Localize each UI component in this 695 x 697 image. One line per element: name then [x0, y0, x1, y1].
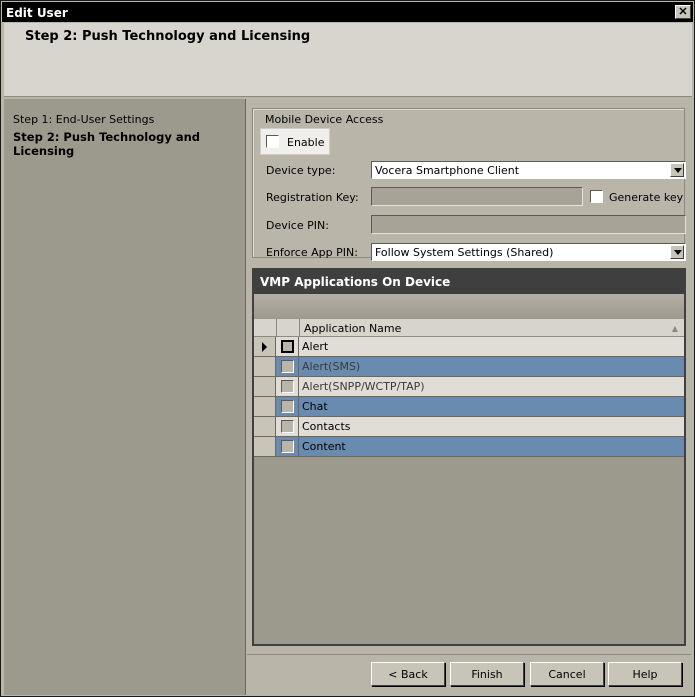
close-button[interactable]: ✕: [675, 5, 691, 19]
enforce-app-pin-label: Enforce App PIN:: [266, 246, 358, 259]
row-checkbox[interactable]: [281, 340, 294, 353]
row-header[interactable]: [254, 397, 276, 416]
row-checkbox-cell[interactable]: [277, 337, 299, 356]
checkbox-column-header[interactable]: [277, 319, 300, 337]
grid-group-band: [254, 294, 684, 318]
registration-key-input[interactable]: [371, 187, 583, 206]
table-row[interactable]: Alert: [254, 337, 684, 357]
row-checkbox[interactable]: [281, 420, 294, 433]
enable-checkbox[interactable]: [266, 135, 279, 148]
device-type-value: Vocera Smartphone Client: [375, 164, 520, 177]
registration-key-label: Registration Key:: [266, 191, 359, 204]
device-type-select[interactable]: Vocera Smartphone Client: [371, 161, 686, 179]
row-checkbox-cell[interactable]: [277, 377, 299, 396]
device-pin-label: Device PIN:: [266, 219, 329, 232]
row-header-column: [254, 319, 277, 337]
title-bar[interactable]: Edit User ✕: [2, 2, 693, 22]
row-checkbox-cell[interactable]: [277, 417, 299, 436]
row-header[interactable]: [254, 437, 276, 456]
row-checkbox-cell[interactable]: [277, 357, 299, 376]
row-checkbox[interactable]: [281, 380, 294, 393]
grid-title: VMP Applications On Device: [254, 270, 684, 294]
grid-column-header: Application Name ▲: [254, 319, 684, 337]
table-row[interactable]: Contacts: [254, 417, 684, 437]
finish-button[interactable]: Finish: [450, 662, 524, 686]
table-row[interactable]: Content: [254, 437, 684, 457]
wizard-header: Step 2: Push Technology and Licensing: [4, 23, 692, 97]
chevron-down-icon[interactable]: [670, 163, 684, 177]
row-checkbox[interactable]: [281, 360, 294, 373]
enable-highlight[interactable]: Enable: [260, 128, 330, 155]
application-name: Alert(SMS): [302, 360, 361, 373]
help-button[interactable]: Help: [608, 662, 682, 686]
step-item-end-user-settings[interactable]: Step 1: End-User Settings: [13, 113, 154, 126]
row-header[interactable]: [254, 357, 276, 376]
device-pin-input[interactable]: [371, 215, 686, 234]
application-name: Alert: [302, 340, 329, 353]
step-item-push-technology[interactable]: Step 2: Push Technology and Licensing: [13, 130, 245, 158]
current-row-pointer-icon: [262, 342, 267, 352]
table-row[interactable]: Chat: [254, 397, 684, 417]
application-name-column-header[interactable]: Application Name: [304, 322, 401, 335]
row-checkbox-cell[interactable]: [277, 397, 299, 416]
application-name: Chat: [302, 400, 328, 413]
window-title: Edit User: [6, 6, 68, 20]
sort-ascending-icon[interactable]: ▲: [672, 324, 678, 333]
chevron-down-icon[interactable]: [670, 245, 684, 259]
wizard-steps-pane: Step 1: End-User Settings Step 2: Push T…: [4, 99, 246, 695]
row-header[interactable]: [254, 377, 276, 396]
wizard-footer: < Back Finish Cancel Help: [247, 654, 691, 694]
application-name: Contacts: [302, 420, 351, 433]
table-row[interactable]: Alert(SMS): [254, 357, 684, 377]
device-type-label: Device type:: [266, 164, 336, 177]
table-row[interactable]: Alert(SNPP/WCTP/TAP): [254, 377, 684, 397]
close-icon: ✕: [678, 6, 688, 18]
enable-label: Enable: [287, 136, 325, 149]
row-checkbox-cell[interactable]: [277, 437, 299, 456]
grid-body: Alert Alert(SMS) Alert(SNPP/WCTP/TAP) Ch…: [254, 337, 684, 457]
content-pane: Mobile Device Access Enable Device type:…: [247, 98, 691, 653]
vmp-applications-grid: VMP Applications On Device Application N…: [252, 268, 686, 646]
enforce-app-pin-value: Follow System Settings (Shared): [375, 246, 554, 259]
page-title: Step 2: Push Technology and Licensing: [25, 29, 311, 44]
row-header[interactable]: [254, 417, 276, 436]
row-checkbox[interactable]: [281, 400, 294, 413]
group-legend: Mobile Device Access: [263, 113, 386, 126]
cancel-button[interactable]: Cancel: [530, 662, 604, 686]
generate-key-checkbox[interactable]: [590, 190, 603, 203]
generate-key-label: Generate key: [609, 191, 684, 204]
row-checkbox[interactable]: [281, 440, 294, 453]
application-name: Content: [302, 440, 346, 453]
row-header[interactable]: [254, 337, 276, 356]
mobile-device-access-group: Mobile Device Access Enable Device type:…: [252, 108, 686, 261]
back-button[interactable]: < Back: [371, 662, 445, 686]
application-name: Alert(SNPP/WCTP/TAP): [302, 380, 425, 393]
enforce-app-pin-select[interactable]: Follow System Settings (Shared): [371, 243, 686, 261]
